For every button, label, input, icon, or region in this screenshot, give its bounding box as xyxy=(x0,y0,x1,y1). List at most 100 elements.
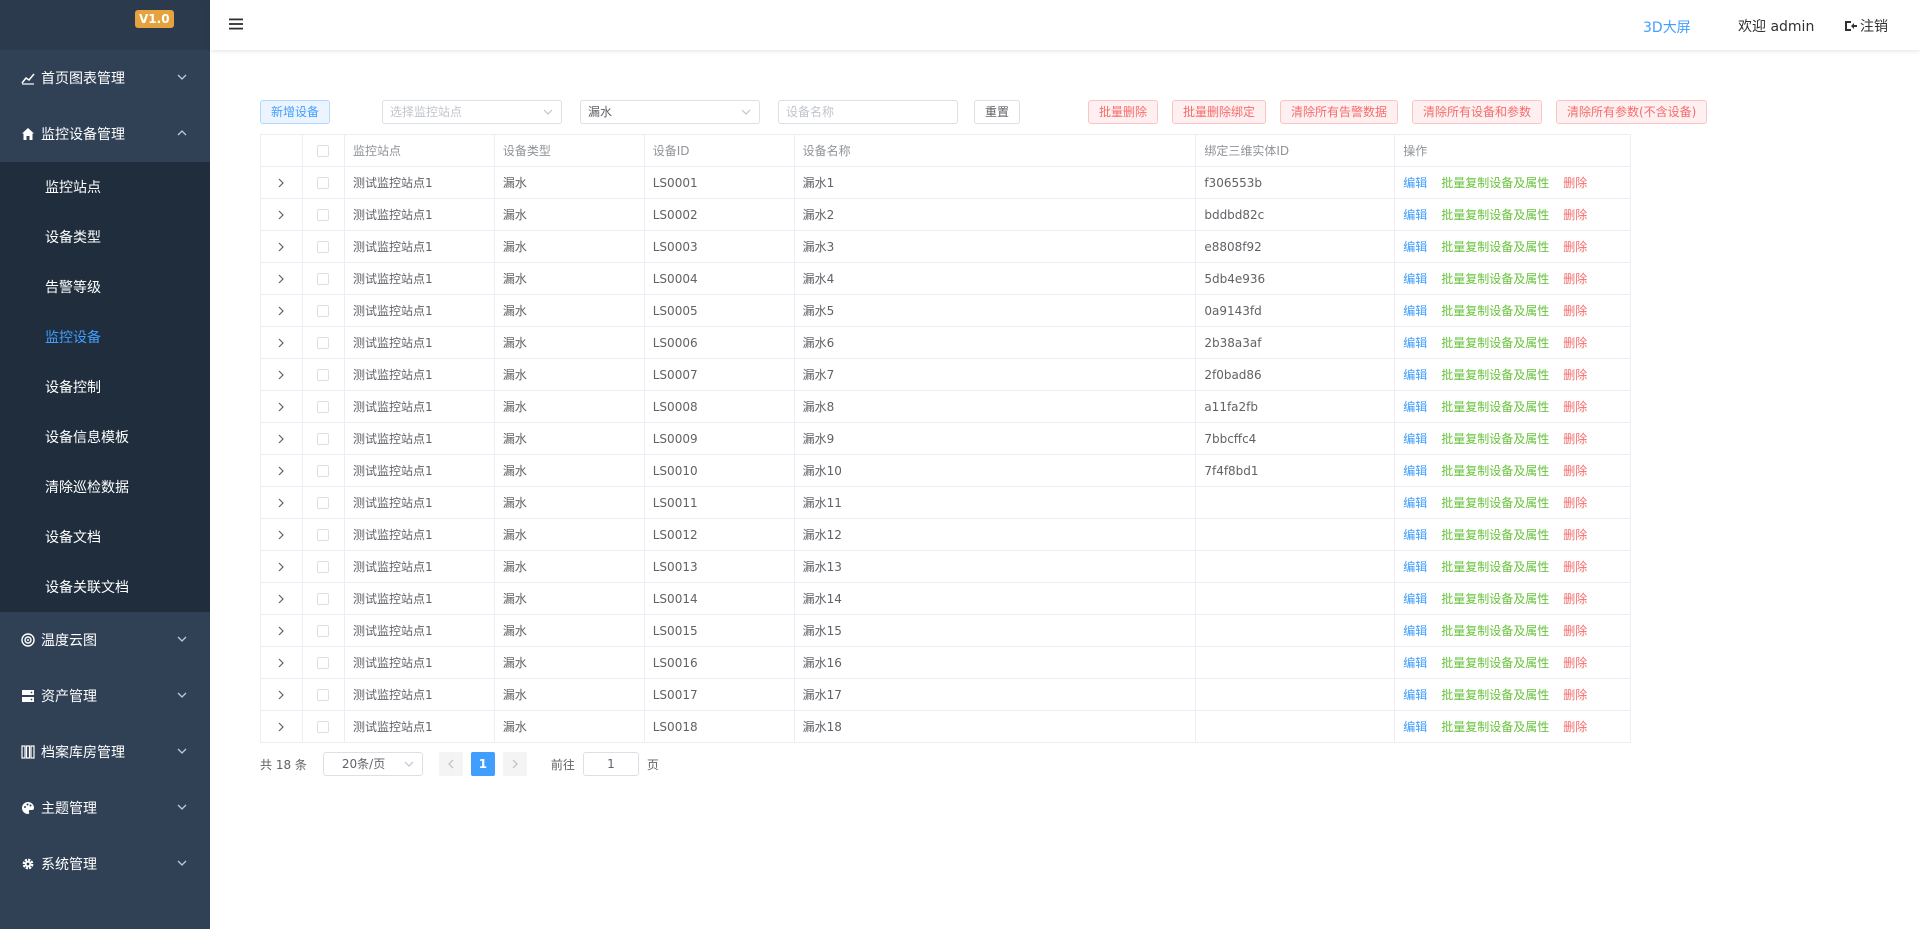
row-expand[interactable] xyxy=(261,583,303,614)
delete-button[interactable]: 删除 xyxy=(1563,174,1587,191)
batch-delete-button[interactable]: 批量删除 xyxy=(1088,100,1159,124)
logout-button[interactable]: 注销 xyxy=(1844,16,1888,36)
sidebar-item-info-template[interactable]: 设备信息模板 xyxy=(0,412,210,462)
clear-alarms-button[interactable]: 清除所有告警数据 xyxy=(1280,100,1399,124)
row-checkbox[interactable] xyxy=(317,528,330,541)
chevron-right-icon[interactable] xyxy=(276,594,286,604)
row-checkbox[interactable] xyxy=(317,272,330,285)
sidebar-item-device-types[interactable]: 设备类型 xyxy=(0,212,210,262)
row-expand[interactable] xyxy=(261,391,303,422)
row-select[interactable] xyxy=(303,551,345,582)
row-select[interactable] xyxy=(303,487,345,518)
batch-copy-button[interactable]: 批量复制设备及属性 xyxy=(1441,270,1549,287)
clear-devices-params-button[interactable]: 清除所有设备和参数 xyxy=(1412,100,1543,124)
delete-button[interactable]: 删除 xyxy=(1563,558,1587,575)
edit-button[interactable]: 编辑 xyxy=(1403,590,1427,607)
row-expand[interactable] xyxy=(261,455,303,486)
row-select[interactable] xyxy=(303,519,345,550)
row-expand[interactable] xyxy=(261,263,303,294)
row-checkbox[interactable] xyxy=(317,560,330,573)
edit-button[interactable]: 编辑 xyxy=(1403,654,1427,671)
sidebar-item-devices[interactable]: 监控设备 xyxy=(0,312,210,362)
batch-copy-button[interactable]: 批量复制设备及属性 xyxy=(1441,686,1549,703)
chevron-right-icon[interactable] xyxy=(276,434,286,444)
clear-params-button[interactable]: 清除所有参数(不含设备) xyxy=(1556,100,1708,124)
row-checkbox[interactable] xyxy=(317,240,330,253)
delete-button[interactable]: 删除 xyxy=(1563,494,1587,511)
row-checkbox[interactable] xyxy=(317,496,330,509)
sidebar-item-clear-inspection[interactable]: 清除巡检数据 xyxy=(0,462,210,512)
batch-copy-button[interactable]: 批量复制设备及属性 xyxy=(1441,654,1549,671)
chevron-right-icon[interactable] xyxy=(276,562,286,572)
row-checkbox[interactable] xyxy=(317,624,330,637)
row-checkbox[interactable] xyxy=(317,688,330,701)
row-expand[interactable] xyxy=(261,199,303,230)
edit-button[interactable]: 编辑 xyxy=(1403,494,1427,511)
chevron-right-icon[interactable] xyxy=(276,338,286,348)
row-expand[interactable] xyxy=(261,423,303,454)
chevron-right-icon[interactable] xyxy=(276,242,286,252)
chevron-right-icon[interactable] xyxy=(276,178,286,188)
row-select[interactable] xyxy=(303,359,345,390)
goto-page-input[interactable]: 1 xyxy=(582,752,639,776)
row-checkbox[interactable] xyxy=(317,464,330,477)
edit-button[interactable]: 编辑 xyxy=(1403,270,1427,287)
row-expand[interactable] xyxy=(261,167,303,198)
row-checkbox[interactable] xyxy=(317,400,330,413)
batch-copy-button[interactable]: 批量复制设备及属性 xyxy=(1441,302,1549,319)
row-select[interactable] xyxy=(303,711,345,742)
screen-3d-link[interactable]: 3D大屏 xyxy=(1643,17,1691,37)
sidebar-item-alarm-levels[interactable]: 告警等级 xyxy=(0,262,210,312)
row-checkbox[interactable] xyxy=(317,656,330,669)
edit-button[interactable]: 编辑 xyxy=(1403,558,1427,575)
delete-button[interactable]: 删除 xyxy=(1563,334,1587,351)
delete-button[interactable]: 删除 xyxy=(1563,398,1587,415)
row-checkbox[interactable] xyxy=(317,336,330,349)
row-select[interactable] xyxy=(303,167,345,198)
reset-button[interactable]: 重置 xyxy=(974,100,1021,124)
chevron-right-icon[interactable] xyxy=(276,658,286,668)
menu-system[interactable]: 系统管理 xyxy=(0,836,210,892)
chevron-right-icon[interactable] xyxy=(276,690,286,700)
chevron-right-icon[interactable] xyxy=(276,530,286,540)
delete-button[interactable]: 删除 xyxy=(1563,654,1587,671)
batch-copy-button[interactable]: 批量复制设备及属性 xyxy=(1441,462,1549,479)
row-checkbox[interactable] xyxy=(317,368,330,381)
row-select[interactable] xyxy=(303,615,345,646)
row-expand[interactable] xyxy=(261,711,303,742)
delete-button[interactable]: 删除 xyxy=(1563,302,1587,319)
row-expand[interactable] xyxy=(261,295,303,326)
edit-button[interactable]: 编辑 xyxy=(1403,238,1427,255)
row-checkbox[interactable] xyxy=(317,592,330,605)
menu-device-management[interactable]: 监控设备管理 xyxy=(0,106,210,162)
sidebar-item-device-docs[interactable]: 设备文档 xyxy=(0,512,210,562)
row-expand[interactable] xyxy=(261,551,303,582)
edit-button[interactable]: 编辑 xyxy=(1403,366,1427,383)
batch-copy-button[interactable]: 批量复制设备及属性 xyxy=(1441,398,1549,415)
menu-home-charts[interactable]: 首页图表管理 xyxy=(0,50,210,106)
batch-copy-button[interactable]: 批量复制设备及属性 xyxy=(1441,206,1549,223)
delete-button[interactable]: 删除 xyxy=(1563,206,1587,223)
site-select[interactable]: 选择监控站点 xyxy=(382,100,562,124)
delete-button[interactable]: 删除 xyxy=(1563,718,1587,735)
row-select[interactable] xyxy=(303,679,345,710)
row-expand[interactable] xyxy=(261,231,303,262)
batch-copy-button[interactable]: 批量复制设备及属性 xyxy=(1441,494,1549,511)
row-checkbox[interactable] xyxy=(317,720,330,733)
chevron-right-icon[interactable] xyxy=(276,274,286,284)
row-select[interactable] xyxy=(303,199,345,230)
row-expand[interactable] xyxy=(261,647,303,678)
row-select[interactable] xyxy=(303,231,345,262)
chevron-right-icon[interactable] xyxy=(276,210,286,220)
delete-button[interactable]: 删除 xyxy=(1563,686,1587,703)
chevron-right-icon[interactable] xyxy=(276,306,286,316)
edit-button[interactable]: 编辑 xyxy=(1403,430,1427,447)
batch-copy-button[interactable]: 批量复制设备及属性 xyxy=(1441,366,1549,383)
edit-button[interactable]: 编辑 xyxy=(1403,174,1427,191)
prev-page-button[interactable] xyxy=(438,752,463,776)
add-device-button[interactable]: 新增设备 xyxy=(260,100,331,124)
chevron-right-icon[interactable] xyxy=(276,498,286,508)
select-all-checkbox[interactable] xyxy=(317,144,330,157)
menu-temperature-map[interactable]: 温度云图 xyxy=(0,612,210,668)
row-expand[interactable] xyxy=(261,679,303,710)
